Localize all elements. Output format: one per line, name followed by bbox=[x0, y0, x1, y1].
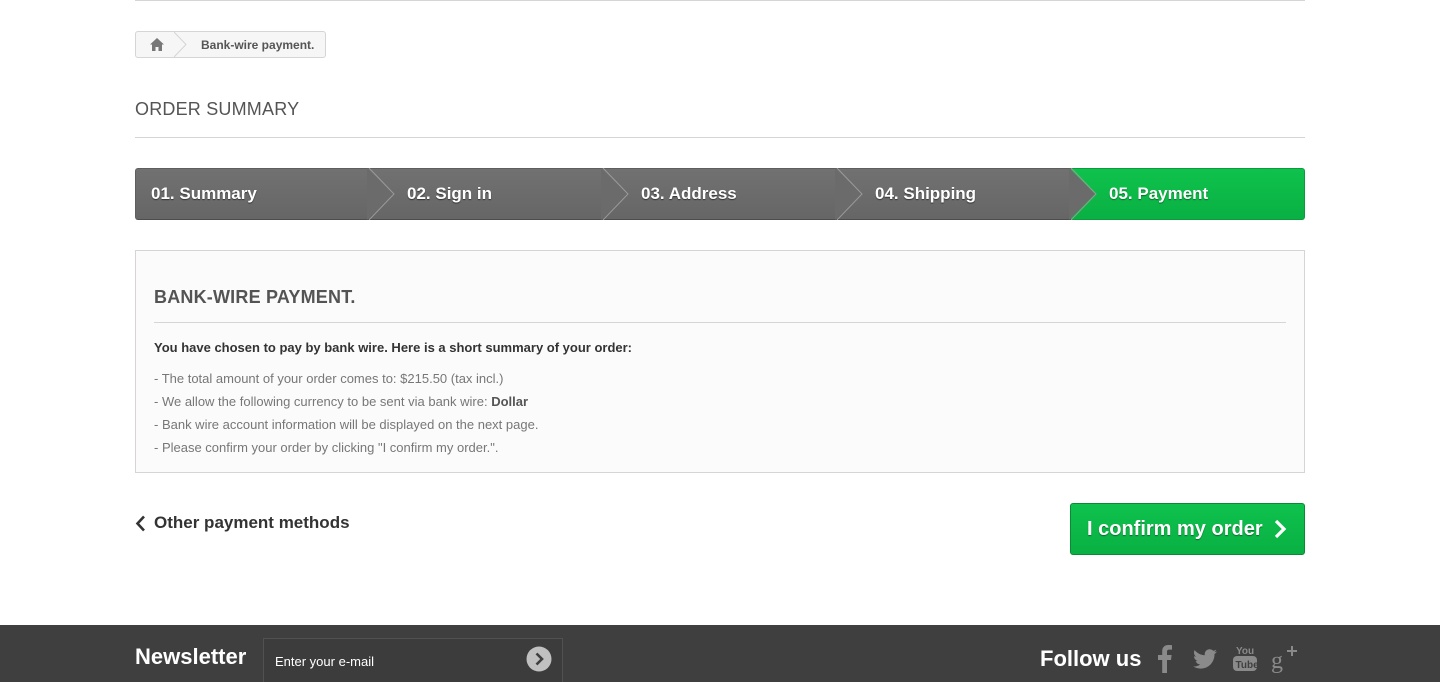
step-shipping[interactable]: 04. Shipping bbox=[837, 168, 1097, 220]
step-arrow bbox=[835, 168, 863, 220]
newsletter-submit-icon[interactable] bbox=[526, 646, 552, 672]
step-summary[interactable]: 01. Summary bbox=[135, 168, 395, 220]
footer: Newsletter Enter your e-mail Follow us Y… bbox=[0, 625, 1440, 682]
step-label: 05. Payment bbox=[1109, 184, 1209, 203]
other-payment-methods-link[interactable]: Other payment methods bbox=[135, 513, 350, 533]
breadcrumb-home-link[interactable] bbox=[136, 32, 178, 57]
step-payment[interactable]: 05. Payment bbox=[1071, 168, 1305, 220]
step-label: 01. Summary bbox=[151, 184, 257, 203]
panel-divider bbox=[154, 322, 1286, 323]
top-divider bbox=[135, 0, 1305, 1]
summary-currency: - We allow the following currency to be … bbox=[154, 394, 538, 417]
panel-intro: You have chosen to pay by bank wire. Her… bbox=[154, 340, 633, 355]
summary-lines: - The total amount of your order comes t… bbox=[154, 371, 538, 463]
home-icon bbox=[150, 38, 164, 51]
title-divider bbox=[135, 137, 1305, 138]
breadcrumb-separator bbox=[174, 32, 190, 57]
currency-value: Dollar bbox=[491, 394, 529, 409]
chevron-right-icon bbox=[1274, 519, 1286, 539]
step-arrow bbox=[1069, 168, 1097, 220]
step-address[interactable]: 03. Address bbox=[603, 168, 863, 220]
svg-text:You: You bbox=[1236, 646, 1254, 657]
confirm-label: I confirm my order bbox=[1087, 517, 1263, 540]
bank-wire-panel: BANK-WIRE PAYMENT. You have chosen to pa… bbox=[135, 250, 1305, 473]
google-plus-icon[interactable]: g bbox=[1271, 643, 1299, 673]
facebook-icon[interactable] bbox=[1157, 643, 1173, 673]
panel-title: BANK-WIRE PAYMENT. bbox=[154, 287, 356, 307]
newsletter-title: Newsletter bbox=[135, 644, 247, 669]
step-label: 04. Shipping bbox=[875, 184, 977, 203]
svg-text:g: g bbox=[1271, 648, 1283, 673]
newsletter-email-input[interactable]: Enter your e-mail bbox=[263, 638, 563, 682]
step-label: 02. Sign in bbox=[407, 184, 493, 203]
step-arrow bbox=[601, 168, 629, 220]
step-sign-in[interactable]: 02. Sign in bbox=[369, 168, 629, 220]
chevron-left-icon bbox=[135, 515, 145, 531]
back-link-label: Other payment methods bbox=[154, 513, 350, 532]
order-steps: 01. Summary 02. Sign in 03. Address 04. … bbox=[135, 168, 1305, 220]
summary-total: - The total amount of your order comes t… bbox=[154, 371, 504, 386]
svg-text:Tube: Tube bbox=[1236, 660, 1259, 671]
page-title: ORDER SUMMARY bbox=[135, 99, 300, 119]
summary-confirm: - Please confirm your order by clicking … bbox=[154, 440, 499, 455]
breadcrumb-current: Bank-wire payment. bbox=[201, 37, 315, 52]
follow-us-title: Follow us bbox=[1040, 646, 1142, 671]
order-page: Bank-wire payment. ORDER SUMMARY 01. Sum… bbox=[0, 0, 1440, 682]
confirm-order-button[interactable]: I confirm my order bbox=[1070, 503, 1305, 555]
summary-account: - Bank wire account information will be … bbox=[154, 417, 539, 432]
step-label: 03. Address bbox=[641, 184, 737, 203]
step-arrow bbox=[367, 168, 395, 220]
currency-prefix: - We allow the following currency to be … bbox=[154, 394, 492, 409]
youtube-icon[interactable]: You Tube bbox=[1232, 643, 1258, 673]
twitter-icon[interactable] bbox=[1192, 643, 1218, 673]
breadcrumb: Bank-wire payment. bbox=[135, 31, 327, 58]
